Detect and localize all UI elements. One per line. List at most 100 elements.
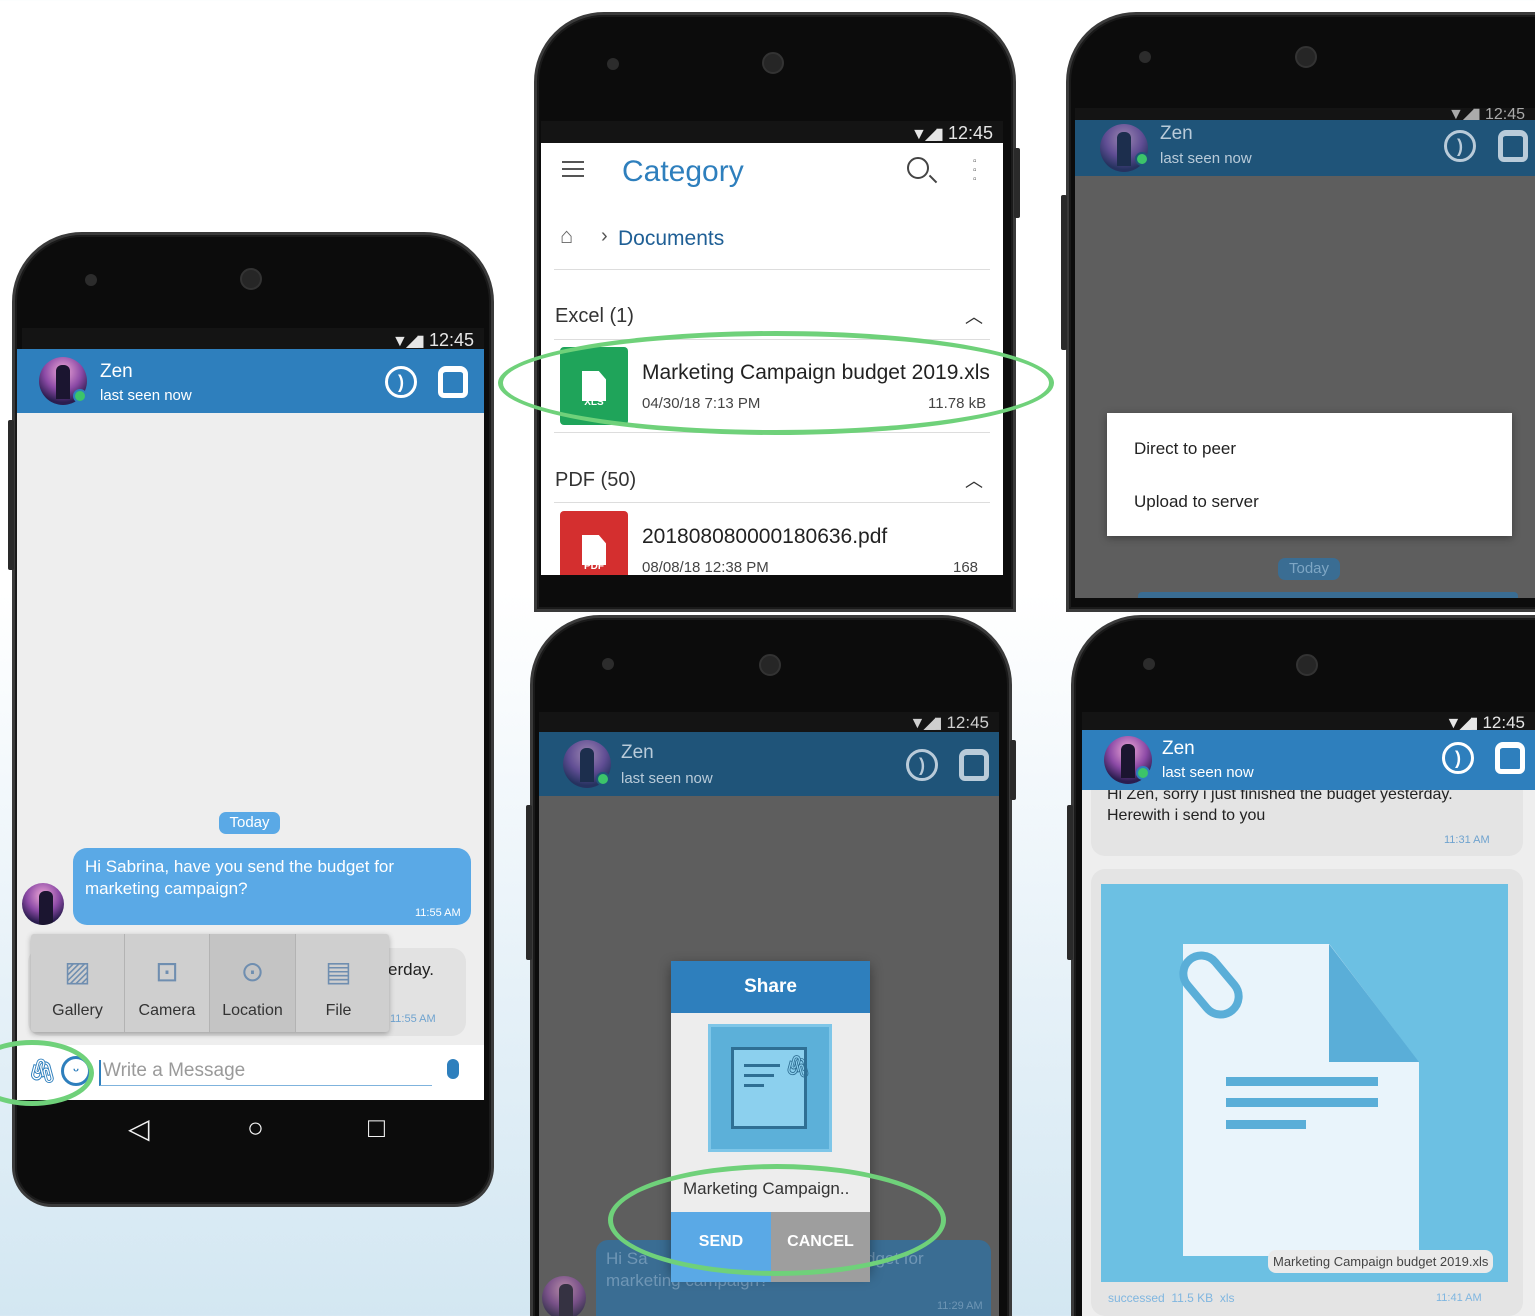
message-input[interactable]: Write a Message xyxy=(99,1060,432,1086)
location-pin-icon: ⊙ xyxy=(240,956,265,987)
online-indicator xyxy=(73,389,87,403)
signal-battery-icon: ▼◢▮ xyxy=(1445,715,1479,730)
document-line xyxy=(1226,1098,1378,1107)
circle-home-icon[interactable]: ○ xyxy=(247,1112,264,1144)
file-date: 08/08/18 12:38 PM xyxy=(642,559,769,575)
contact-status: last seen now xyxy=(1162,764,1254,781)
chevron-right-icon: › xyxy=(601,225,608,247)
online-indicator xyxy=(1136,766,1150,780)
document-preview: 🖇 xyxy=(708,1024,832,1152)
contact-name: Zen xyxy=(1162,738,1195,759)
attach-gallery[interactable]: ▨ Gallery xyxy=(31,934,125,1032)
document-line xyxy=(1226,1077,1378,1086)
share-title: Share xyxy=(744,976,797,997)
phone-circle-icon[interactable]: ) xyxy=(385,366,417,398)
front-camera xyxy=(240,268,262,290)
status-time: 12:45 xyxy=(947,123,993,143)
contact-name: Zen xyxy=(1160,123,1193,144)
message-text: Hi Zen, sorry i just finished the budget… xyxy=(1107,786,1453,824)
chat-header: Zen last seen now ) xyxy=(539,732,999,796)
overflow-menu-icon[interactable]: ▫ ▫ ▫ xyxy=(973,157,979,185)
divider xyxy=(554,502,990,503)
document-fold xyxy=(1329,944,1419,1062)
bubble-edge xyxy=(1138,592,1518,598)
pdf-file-icon: PDF xyxy=(560,511,628,575)
status-time: 12:45 xyxy=(946,713,989,732)
chat-header: Zen last seen now ) xyxy=(1082,730,1535,790)
trash-icon[interactable] xyxy=(1498,130,1528,162)
document-line xyxy=(1226,1120,1306,1129)
attachment-time: 11:41 AM xyxy=(1436,1292,1482,1304)
camera-icon: ⊡ xyxy=(155,956,179,987)
phone-circle-icon[interactable]: ) xyxy=(1442,742,1474,774)
contact-name: Zen xyxy=(621,742,654,763)
chevron-up-icon[interactable]: ︿ xyxy=(965,467,983,493)
contact-status: last seen now xyxy=(100,387,192,404)
date-divider: Today xyxy=(219,812,280,834)
front-camera xyxy=(1296,654,1318,676)
breadcrumb[interactable]: Documents xyxy=(618,227,724,251)
front-camera xyxy=(1295,46,1317,68)
android-nav-bar: ◁ ○ □ xyxy=(17,1100,484,1160)
chevron-up-icon[interactable]: ︿ xyxy=(965,303,983,329)
front-camera xyxy=(759,654,781,676)
hamburger-menu-icon[interactable] xyxy=(562,161,584,177)
contact-status: last seen now xyxy=(621,770,713,787)
phone-circle-icon[interactable]: ) xyxy=(906,749,938,781)
side-button xyxy=(1014,148,1020,218)
attachment-caption: Marketing Campaign budget 2019.xls xyxy=(1268,1250,1494,1273)
section-header-excel[interactable]: Excel (1) xyxy=(555,305,634,328)
attach-location[interactable]: ⊙ Location xyxy=(210,934,296,1032)
side-button xyxy=(1067,805,1073,960)
incoming-message-time: 11:55 AM xyxy=(390,1013,436,1025)
trash-icon[interactable] xyxy=(438,366,468,398)
house-icon[interactable]: ⌂ xyxy=(560,223,573,249)
microphone-icon[interactable] xyxy=(447,1059,459,1079)
speaker xyxy=(602,658,614,670)
attach-label: Location xyxy=(222,1002,283,1019)
paperclip-icon: 🖇 xyxy=(784,1054,812,1079)
triangle-back-icon[interactable]: ◁ xyxy=(128,1112,150,1145)
status-time: 12:45 xyxy=(428,330,474,350)
contact-name: Zen xyxy=(100,361,133,382)
page-title: Category xyxy=(622,155,744,188)
status-time: 12:45 xyxy=(1482,713,1525,730)
phone-circle-icon[interactable]: ) xyxy=(1444,130,1476,162)
search-icon[interactable] xyxy=(907,157,938,184)
menu-direct-to-peer[interactable]: Direct to peer xyxy=(1134,439,1236,459)
message-text: Hi Sabrina, have you send the budget for… xyxy=(85,857,395,898)
attach-label: Camera xyxy=(138,1002,196,1019)
file-ext: PDF xyxy=(584,561,604,572)
status-bar: ▼◢▮ 12:45 xyxy=(539,712,999,732)
trash-icon[interactable] xyxy=(1495,742,1525,774)
speaker xyxy=(1139,51,1151,63)
send-option-menu: Direct to peer Upload to server xyxy=(1107,413,1512,536)
contact-status: last seen now xyxy=(1160,150,1252,167)
message-time: 11:29 AM xyxy=(937,1300,983,1312)
section-header-pdf[interactable]: PDF (50) xyxy=(555,469,636,492)
highlight-share-ring xyxy=(608,1164,946,1276)
outgoing-message[interactable]: Hi Sabrina, have you send the budget for… xyxy=(73,848,471,925)
attach-file[interactable]: ▤ File xyxy=(296,934,381,1032)
attach-menu: ▨ Gallery ⊡ Camera ⊙ Location ▤ File xyxy=(31,934,389,1032)
status-bar: ▼◢▮ 12:45 xyxy=(1082,712,1535,730)
highlight-file-ring xyxy=(498,331,1054,435)
speaker xyxy=(1143,658,1155,670)
file-row-pdf[interactable]: PDF 201808080000180636.pdf 08/08/18 12:3… xyxy=(554,505,990,575)
trash-icon[interactable] xyxy=(959,749,989,781)
status-bar: ▼◢▮ 12:45 xyxy=(22,328,484,350)
attachment-preview[interactable]: Marketing Campaign budget 2019.xls xyxy=(1101,884,1508,1282)
attach-camera[interactable]: ⊡ Camera xyxy=(125,934,210,1032)
online-indicator xyxy=(596,772,610,786)
square-recents-icon[interactable]: □ xyxy=(368,1112,385,1144)
document-icon: 🖇 xyxy=(731,1047,812,1129)
attach-label: Gallery xyxy=(52,1002,103,1019)
online-indicator xyxy=(1135,152,1149,166)
attach-label: File xyxy=(325,1002,352,1019)
menu-upload-to-server[interactable]: Upload to server xyxy=(1134,492,1259,512)
side-button xyxy=(1061,195,1067,350)
incoming-message-text: erday. xyxy=(388,960,434,979)
image-icon: ▨ xyxy=(64,956,91,987)
divider xyxy=(554,269,990,270)
side-button xyxy=(526,805,532,960)
